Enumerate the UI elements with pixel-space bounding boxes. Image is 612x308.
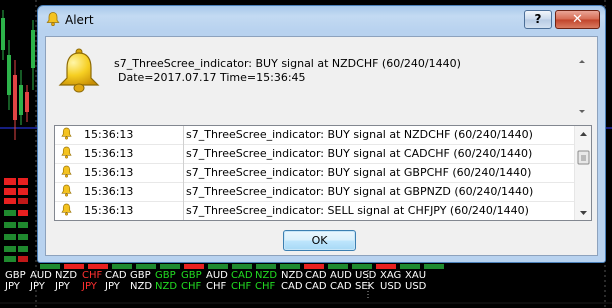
currency-label: NZD bbox=[255, 270, 278, 281]
column-divider bbox=[183, 144, 184, 163]
message-scrollbar[interactable] bbox=[577, 59, 587, 115]
currency-label: JPY bbox=[55, 281, 70, 292]
currency-label: USD bbox=[355, 270, 377, 281]
alert-message: s7_ThreeScree_indicator: BUY signal at N… bbox=[114, 57, 461, 70]
title-bar[interactable]: Alert ? ✕ bbox=[38, 6, 605, 34]
list-item[interactable]: 15:36:13 s7_ThreeScree_indicator: BUY sig… bbox=[55, 144, 574, 164]
bell-icon bbox=[60, 146, 73, 160]
help-icon: ? bbox=[534, 12, 542, 26]
currency-label: NZD bbox=[281, 270, 304, 281]
currency-label: GBP bbox=[130, 270, 151, 281]
alert-text: s7_ThreeScree_indicator: BUY signal at C… bbox=[186, 147, 533, 160]
currency-label: XAG bbox=[380, 270, 402, 281]
list-item[interactable]: 15:36:13 s7_ThreeScree_indicator: BUY sig… bbox=[55, 163, 574, 183]
alert-time: 15:36:13 bbox=[84, 147, 134, 160]
currency-label: CHF bbox=[181, 281, 202, 292]
currency-label: GBP bbox=[5, 270, 26, 281]
alert-time: 15:36:13 bbox=[84, 128, 134, 141]
window-title: Alert bbox=[65, 13, 94, 27]
strength-blocks-bottom bbox=[40, 264, 444, 269]
currency-label: NZD bbox=[55, 270, 78, 281]
currency-label: USD bbox=[405, 281, 427, 292]
alert-text: s7_ThreeScree_indicator: SELL signal at … bbox=[186, 204, 529, 217]
alert-text: s7_ThreeScree_indicator: BUY signal at G… bbox=[186, 166, 532, 179]
message-area: s7_ThreeScree_indicator: BUY signal at N… bbox=[46, 37, 597, 117]
currency-label: CAD bbox=[305, 270, 327, 281]
currency-label: NZD bbox=[155, 281, 178, 292]
alert-text: s7_ThreeScree_indicator: BUY signal at N… bbox=[186, 128, 533, 141]
currency-label: AUD bbox=[206, 270, 228, 281]
help-button[interactable]: ? bbox=[524, 10, 552, 29]
close-icon: ✕ bbox=[572, 12, 583, 27]
bell-icon bbox=[58, 48, 100, 93]
alert-history-list: 15:36:13 s7_ThreeScree_indicator: BUY sig… bbox=[54, 125, 592, 221]
list-item[interactable]: 15:36:13 s7_ThreeScree_indicator: SELL si… bbox=[55, 201, 574, 220]
currency-label: CAD bbox=[105, 270, 127, 281]
alert-time: 15:36:13 bbox=[84, 185, 134, 198]
alert-dialog: Alert ? ✕ s7_ThreeScree_indicator: BUY s… bbox=[37, 5, 606, 263]
column-divider bbox=[183, 126, 184, 144]
bell-icon bbox=[46, 12, 60, 26]
alert-text: s7_ThreeScree_indicator: BUY signal at G… bbox=[186, 185, 534, 198]
currency-label: GBP bbox=[181, 270, 202, 281]
currency-label: CHF bbox=[82, 270, 103, 281]
alert-time: 15:36:13 bbox=[84, 166, 134, 179]
dialog-client-area: s7_ThreeScree_indicator: BUY signal at N… bbox=[45, 36, 598, 256]
currency-label: JPY bbox=[5, 281, 20, 292]
bell-icon bbox=[60, 127, 73, 141]
alert-datetime: Date=2017.07.17 Time=15:36:45 bbox=[118, 71, 306, 84]
alert-time: 15:36:13 bbox=[84, 204, 134, 217]
column-divider bbox=[183, 163, 184, 182]
list-item[interactable]: 15:36:13 s7_ThreeScree_indicator: BUY sig… bbox=[55, 126, 574, 145]
currency-label: JPY bbox=[105, 281, 120, 292]
ok-button[interactable]: OK bbox=[283, 230, 356, 251]
currency-label: CAD bbox=[330, 281, 352, 292]
currency-label: AUD bbox=[30, 270, 52, 281]
currency-label: CHF bbox=[206, 281, 227, 292]
column-divider bbox=[183, 201, 184, 220]
bell-icon bbox=[60, 165, 73, 179]
currency-label: GBP bbox=[155, 270, 176, 281]
bell-icon bbox=[60, 184, 73, 198]
currency-label: AUD bbox=[330, 270, 352, 281]
currency-label: JPY bbox=[30, 281, 45, 292]
currency-label: CHF bbox=[255, 281, 276, 292]
column-divider bbox=[183, 182, 184, 201]
currency-label: USD bbox=[380, 281, 402, 292]
currency-label: CAD bbox=[281, 281, 303, 292]
currency-label: NZD bbox=[130, 281, 153, 292]
list-item[interactable]: 15:36:13 s7_ThreeScree_indicator: BUY sig… bbox=[55, 182, 574, 202]
currency-label: XAU bbox=[405, 270, 427, 281]
list-scrollbar[interactable] bbox=[574, 126, 591, 220]
close-button[interactable]: ✕ bbox=[555, 10, 600, 29]
bell-icon bbox=[60, 203, 73, 217]
currency-label: CAD bbox=[231, 270, 253, 281]
currency-label: CHF bbox=[231, 281, 252, 292]
currency-label: CAD bbox=[305, 281, 327, 292]
currency-label: SEK bbox=[355, 281, 375, 292]
currency-label: JPY bbox=[82, 281, 97, 292]
